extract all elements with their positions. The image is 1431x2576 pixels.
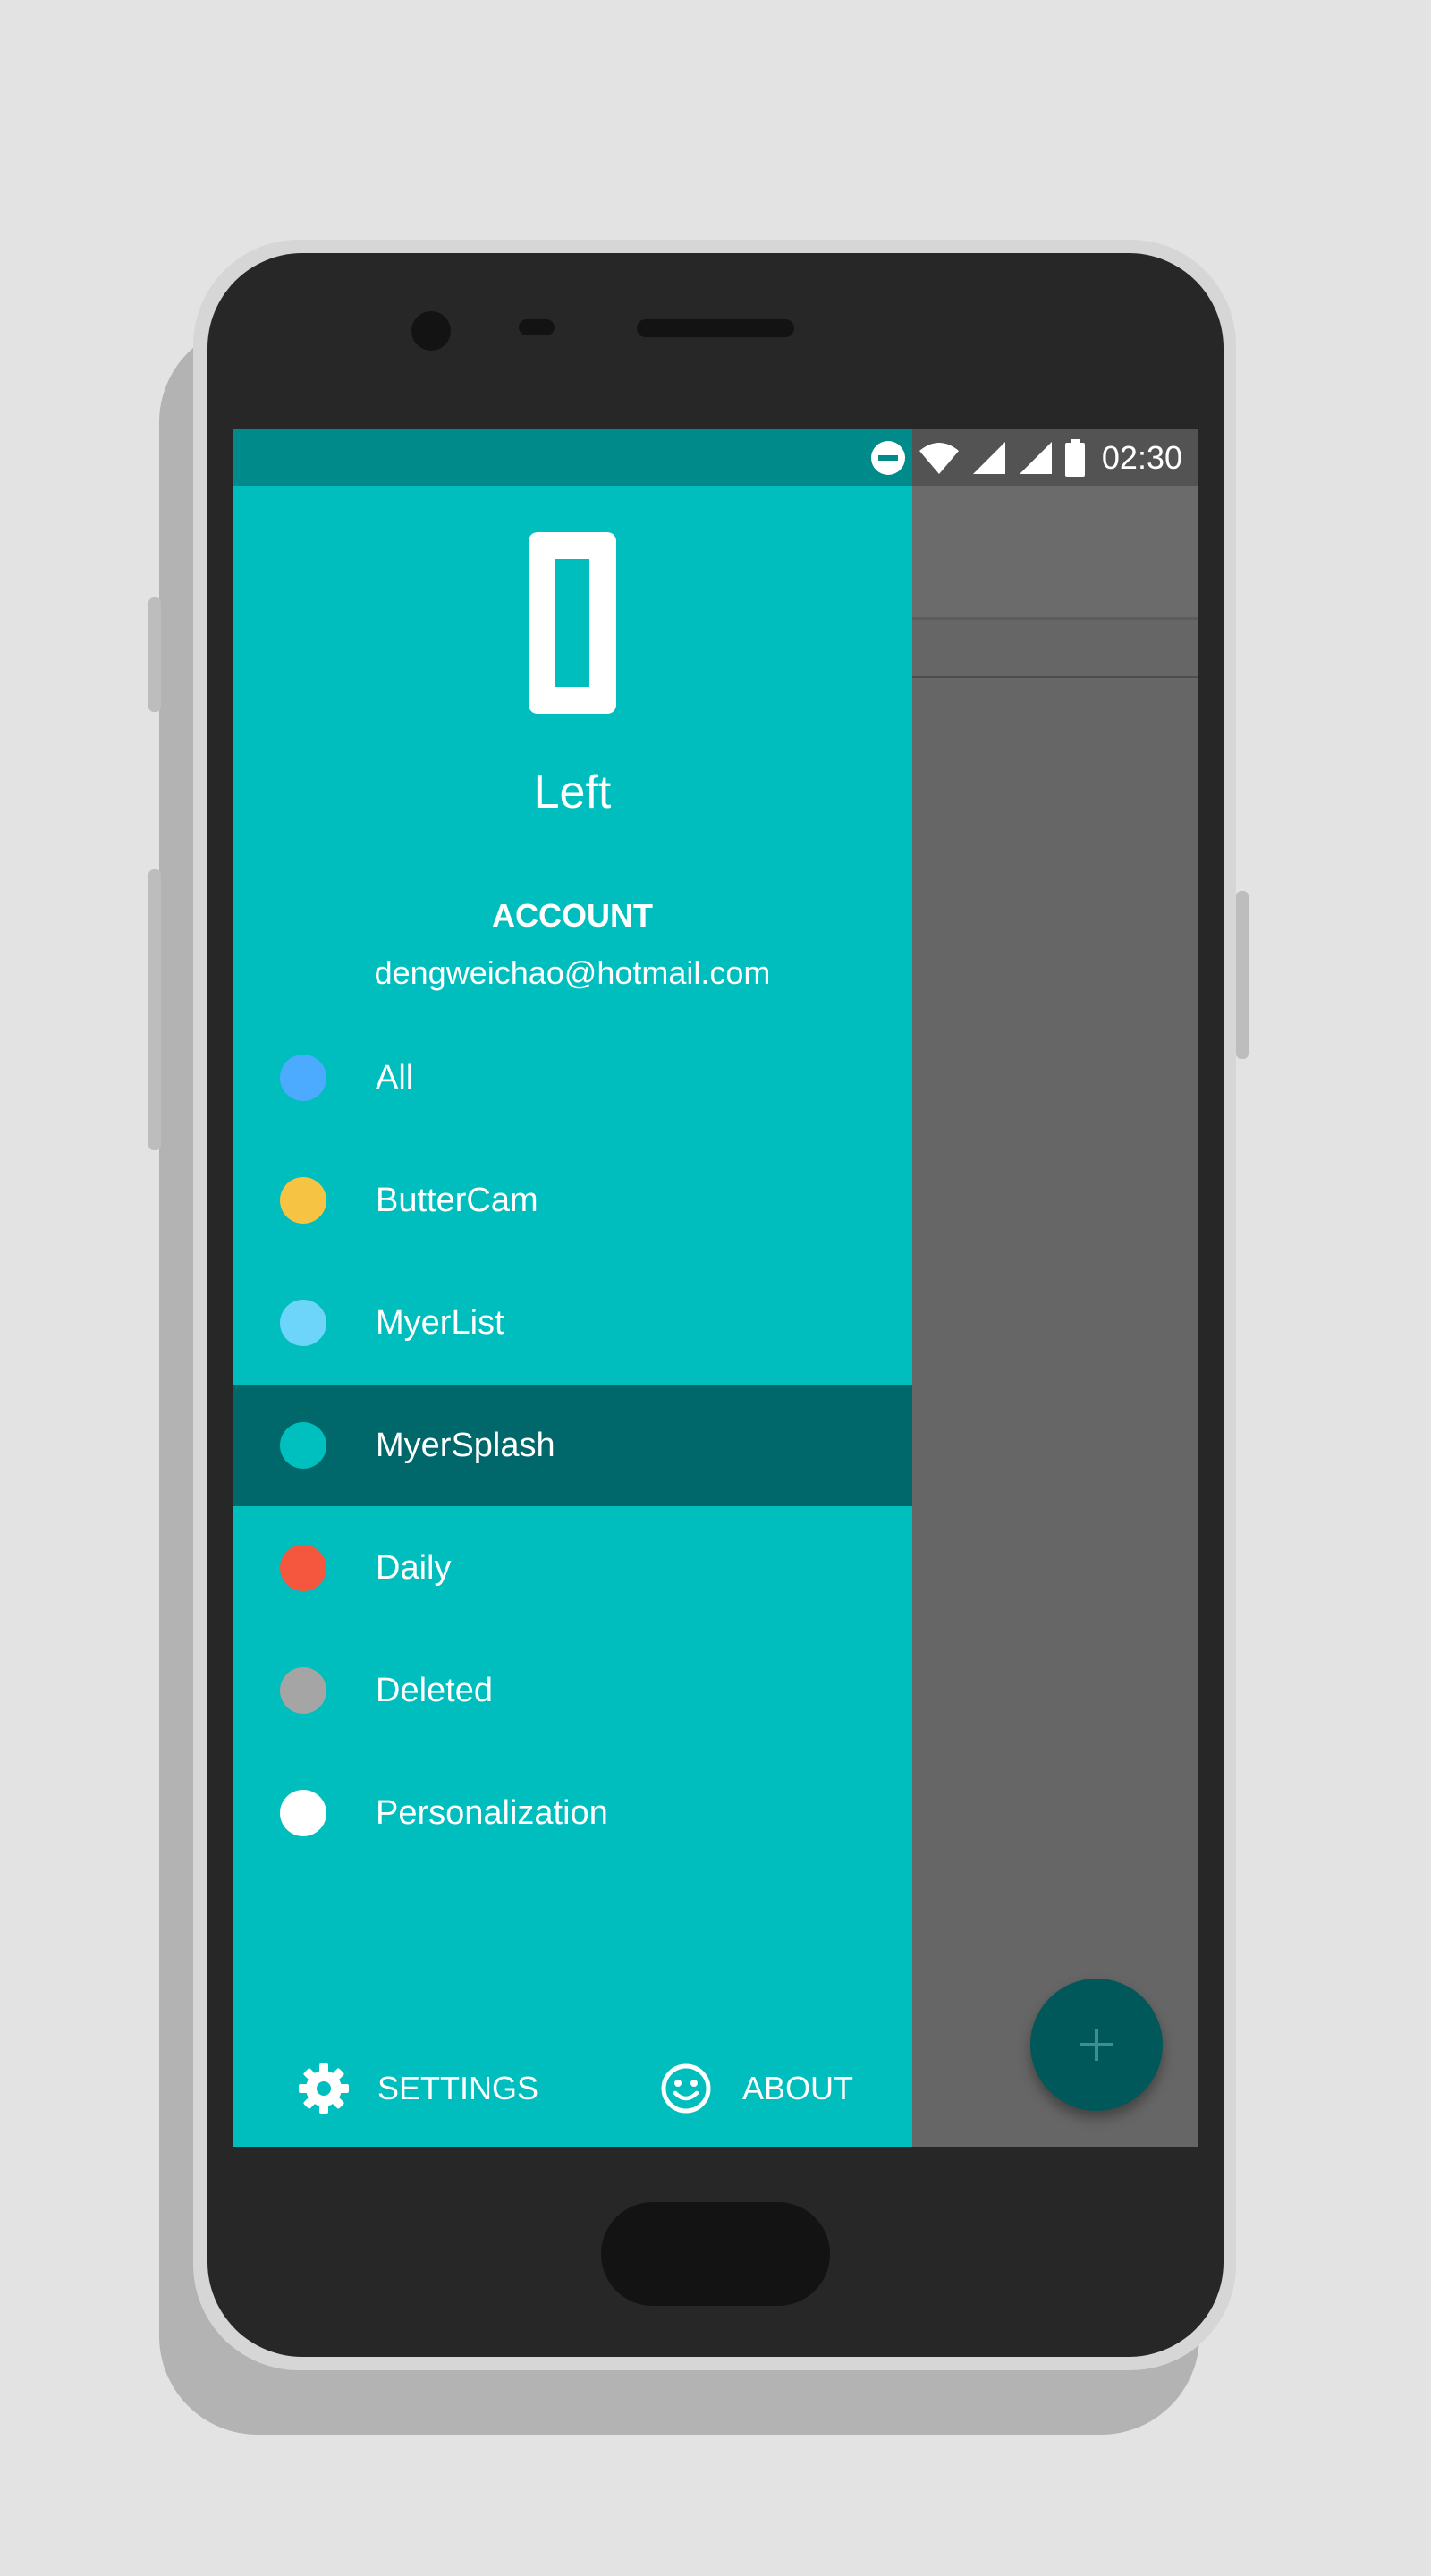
about-label: ABOUT [742,2070,854,2106]
category-color-dot [280,1790,326,1836]
battery-icon [1064,438,1085,477]
sidebar-item-label: MyerSplash [376,1426,555,1464]
earpiece-speaker [637,319,794,337]
proximity-sensor [519,319,555,335]
plus-icon [1080,2029,1113,2061]
gear-icon [299,2063,349,2114]
sidebar-item-myersplash[interactable]: MyerSplash [233,1385,912,1506]
home-button[interactable] [601,2202,830,2306]
power-button [1236,891,1249,1059]
status-bar-drawer-tint [233,429,912,486]
category-color-dot [280,1177,326,1224]
sidebar-item-daily[interactable]: Daily [233,1507,912,1629]
status-bar: 02:30 [233,429,1198,486]
signal-icon [972,441,1005,474]
status-icons: 02:30 [869,429,1182,486]
app-logo-icon [529,532,616,714]
settings-button[interactable]: SETTINGS [297,2057,538,2120]
sidebar-item-label: All [376,1058,414,1097]
do-not-disturb-icon [870,440,905,475]
settings-label: SETTINGS [377,2070,539,2106]
category-color-dot [280,1667,326,1714]
category-color-dot [280,1545,326,1591]
sidebar-item-label: Deleted [376,1671,493,1709]
add-fab-button[interactable] [1030,1979,1163,2111]
sidebar-item-label: ButterCam [376,1181,538,1219]
account-label: ACCOUNT [492,897,653,934]
signal-icon-2 [1019,441,1052,474]
sidebar-item-deleted[interactable]: Deleted [233,1630,912,1751]
front-camera [411,311,451,351]
smiley-face-icon [661,2063,711,2114]
category-color-dot [280,1055,326,1101]
sidebar-item-buttercam[interactable]: ButterCam [233,1140,912,1261]
sidebar-item-label: Personalization [376,1793,608,1832]
wifi-icon [919,442,959,474]
content-divider [912,676,1198,678]
sidebar-item-myerlist[interactable]: MyerList [233,1262,912,1384]
about-button[interactable]: ABOUT [660,2057,853,2120]
category-color-dot [280,1300,326,1346]
account-email: dengweichao@hotmail.com [374,954,771,991]
category-color-dot [280,1422,326,1469]
volume-down-button [148,869,161,1150]
drawer-title: Left [533,767,612,818]
sidebar-item-all[interactable]: All [233,1017,912,1139]
volume-up-button [148,597,161,712]
sidebar-item-label: MyerList [376,1303,504,1342]
sidebar-item-label: Daily [376,1548,452,1587]
sidebar-item-personalization[interactable]: Personalization [233,1752,912,1874]
status-time: 02:30 [1101,438,1182,476]
